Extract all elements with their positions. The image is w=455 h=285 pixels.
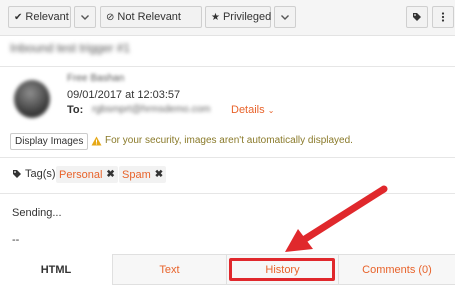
remove-tag-icon[interactable]: ✖ — [106, 169, 114, 180]
tag-chip-label: Spam — [122, 168, 151, 181]
tab-comments[interactable]: Comments (0) — [338, 254, 455, 285]
tab-text[interactable]: Text — [112, 254, 226, 285]
check-icon: ✔ — [14, 11, 23, 23]
privileged-button[interactable]: ★ Privileged — [205, 6, 271, 28]
display-images-button[interactable]: Display Images — [10, 133, 89, 150]
remove-tag-icon[interactable]: ✖ — [155, 169, 163, 180]
tags-label-text: Tag(s) — [25, 168, 56, 180]
chevron-down-icon — [81, 14, 89, 20]
tag-icon — [13, 170, 21, 178]
email-subject: Inbound test trigger #1 — [10, 41, 131, 55]
chevron-down-icon: ⌄ — [267, 106, 275, 115]
relevant-button[interactable]: ✔ Relevant — [8, 6, 71, 28]
to-address: rgbsmprt@hrmsdemo.com — [92, 104, 211, 115]
sender-name: Free Bashan — [67, 73, 125, 84]
tag-chip-label: Personal — [59, 168, 103, 181]
divider — [0, 66, 455, 67]
divider — [0, 157, 455, 158]
chevron-down-icon — [281, 14, 289, 20]
to-label: To: — [67, 104, 84, 116]
email-date: 09/01/2017 at 12:03:57 — [67, 89, 181, 101]
tag-icon — [413, 13, 421, 21]
not-relevant-button[interactable]: ⊘ Not Relevant — [100, 6, 202, 28]
details-label: Details — [231, 104, 265, 116]
tags-label: Tag(s) — [12, 168, 56, 180]
tag-chip-personal[interactable]: Personal ✖ — [56, 166, 118, 183]
ban-icon: ⊘ — [106, 11, 115, 23]
relevant-label: Relevant — [25, 11, 69, 23]
warning-icon — [91, 136, 102, 145]
toolbar: ✔ Relevant ⊘ Not Relevant ★ Privileged — [0, 0, 455, 36]
tab-html[interactable]: HTML — [0, 254, 112, 285]
highlight-box — [229, 258, 335, 281]
vertical-ellipsis-icon — [441, 12, 445, 22]
avatar — [14, 80, 50, 118]
security-notice: For your security, images aren't automat… — [91, 135, 353, 146]
tag-button[interactable] — [406, 6, 428, 28]
privileged-dropdown-button[interactable] — [274, 6, 296, 28]
more-options-button[interactable] — [432, 6, 454, 28]
relevant-dropdown-button[interactable] — [74, 6, 96, 28]
not-relevant-label: Not Relevant — [117, 11, 181, 23]
details-link[interactable]: Details ⌄ — [231, 104, 274, 116]
privileged-label: Privileged — [222, 11, 272, 23]
divider — [0, 193, 455, 194]
email-body-line: Sending... — [12, 207, 62, 219]
tag-chip-spam[interactable]: Spam ✖ — [119, 166, 167, 183]
security-message: For your security, images aren't automat… — [105, 135, 353, 146]
view-tabs: HTML Text History Comments (0) — [0, 254, 455, 285]
email-body-line: -- — [12, 234, 20, 246]
star-icon: ★ — [211, 11, 220, 23]
